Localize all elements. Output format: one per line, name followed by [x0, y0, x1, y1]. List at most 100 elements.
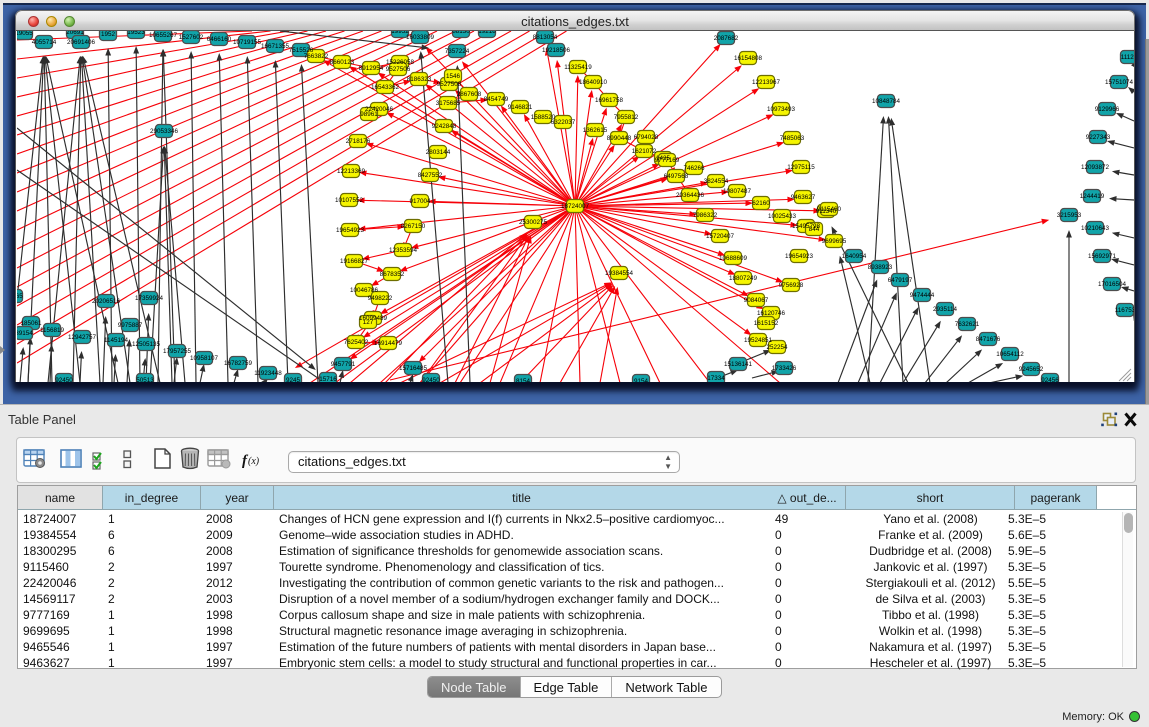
svg-text:6497568: 6497568 [664, 173, 689, 180]
svg-text:16914479: 16914479 [374, 340, 403, 347]
svg-text:20691: 20691 [66, 31, 84, 36]
svg-text:19654923: 19654923 [785, 253, 814, 260]
svg-text:18640910: 18640910 [579, 79, 608, 86]
svg-text:9498222: 9498222 [368, 295, 393, 302]
svg-text:20364436: 20364436 [676, 192, 705, 199]
svg-text:10025433: 10025433 [768, 213, 797, 220]
svg-text:127: 127 [363, 319, 374, 326]
svg-text:19218: 19218 [478, 31, 496, 35]
svg-text:15751074: 15751074 [1105, 79, 1134, 86]
svg-text:8471676: 8471676 [976, 336, 1001, 343]
svg-text:12975115: 12975115 [787, 164, 815, 171]
svg-text:17016504: 17016504 [1098, 281, 1127, 288]
svg-text:1640954: 1640954 [842, 253, 867, 260]
svg-text:116753: 116753 [1115, 307, 1134, 314]
svg-text:16154808: 16154808 [734, 55, 763, 62]
svg-text:9242848: 9242848 [432, 123, 457, 130]
svg-text:10848784: 10848784 [872, 98, 901, 105]
svg-text:10655267: 10655267 [149, 32, 178, 39]
svg-text:9129966: 9129966 [1095, 106, 1120, 113]
svg-text:29053346: 29053346 [150, 128, 179, 135]
svg-text:10046786: 10046786 [350, 287, 379, 294]
svg-text:92450: 92450 [55, 377, 73, 382]
svg-text:10958107: 10958107 [190, 355, 219, 362]
svg-text:7357224: 7357224 [445, 48, 470, 55]
svg-text:9457791: 9457791 [331, 361, 356, 368]
svg-text:2935114: 2935114 [933, 306, 958, 313]
svg-text:1244419: 1244419 [1080, 193, 1105, 200]
svg-text:10719155: 10719155 [233, 39, 262, 46]
svg-text:8154: 8154 [516, 378, 531, 382]
svg-text:(x): (x) [248, 456, 260, 467]
svg-text:1615152: 1615152 [754, 320, 779, 327]
svg-text:4055714: 4055714 [32, 39, 57, 46]
svg-text:12505135: 12505135 [132, 341, 161, 348]
svg-text:17359924: 17359924 [135, 295, 164, 302]
svg-text:10210643: 10210643 [1081, 225, 1110, 232]
svg-text:39154: 39154 [17, 330, 33, 337]
svg-text:1621072: 1621072 [632, 148, 657, 155]
svg-text:15720407: 15720407 [706, 233, 735, 240]
svg-text:7955812: 7955812 [614, 114, 639, 121]
svg-text:10688609: 10688609 [719, 255, 748, 262]
svg-text:8938923: 8938923 [868, 264, 893, 271]
svg-text:10973493: 10973493 [767, 106, 796, 113]
svg-text:12213369: 12213369 [337, 168, 366, 175]
svg-text:25300275: 25300275 [519, 219, 548, 226]
svg-text:9084067: 9084067 [744, 297, 769, 304]
svg-text:252254: 252254 [766, 344, 788, 351]
svg-text:9245: 9245 [286, 377, 301, 382]
svg-text:7986322: 7986322 [693, 212, 718, 219]
svg-text:917004: 917004 [409, 198, 431, 205]
svg-text:9777169: 9777169 [655, 157, 680, 164]
svg-text:9227343: 9227343 [1086, 134, 1111, 141]
svg-text:9154: 9154 [634, 378, 649, 382]
svg-text:11123: 11123 [1121, 54, 1134, 61]
svg-text:8912954: 8912954 [359, 65, 384, 72]
svg-text:98961: 98961 [360, 111, 378, 118]
svg-text:8990448: 8990448 [607, 135, 632, 142]
svg-text:16961758: 16961758 [595, 97, 624, 104]
svg-text:88130: 88130 [452, 31, 470, 35]
svg-text:9527506: 9527506 [386, 66, 411, 73]
svg-text:2087682: 2087682 [714, 35, 739, 42]
svg-text:15716485: 15716485 [399, 365, 428, 372]
svg-text:9527508: 9527508 [437, 81, 462, 88]
svg-text:19384554: 19384554 [605, 270, 634, 277]
svg-text:19218506: 19218506 [542, 47, 571, 54]
svg-text:6794028: 6794028 [634, 134, 659, 141]
svg-text:6322037: 6322037 [551, 119, 576, 126]
svg-text:6479197: 6479197 [888, 277, 913, 284]
svg-text:1733426: 1733426 [772, 365, 797, 372]
svg-text:3824554: 3824554 [704, 178, 729, 185]
svg-text:2803144: 2803144 [426, 149, 451, 156]
svg-text:11923448: 11923448 [254, 370, 282, 377]
svg-text:9699695: 9699695 [822, 238, 847, 245]
svg-text:1546: 1546 [446, 73, 461, 80]
svg-text:8813054: 8813054 [533, 34, 558, 41]
svg-text:18807249: 18807249 [729, 275, 758, 282]
svg-text:15692971: 15692971 [1088, 253, 1117, 260]
svg-text:50513: 50513 [136, 377, 154, 382]
svg-text:844: 844 [809, 226, 820, 233]
svg-text:20206516: 20206516 [92, 298, 121, 305]
svg-text:16543362: 16543362 [371, 84, 400, 91]
svg-text:92450: 92450 [422, 377, 440, 382]
svg-text:62160: 62160 [752, 200, 770, 207]
svg-text:19524851: 19524851 [744, 337, 773, 344]
svg-text:15716: 15716 [319, 376, 337, 382]
svg-text:12213967: 12213967 [752, 79, 781, 86]
svg-text:1527602: 1527602 [179, 34, 204, 41]
svg-text:26265: 26265 [17, 293, 23, 300]
svg-text:10807487: 10807487 [723, 188, 752, 195]
svg-text:3175685: 3175685 [436, 100, 461, 107]
svg-text:10107552: 10107552 [335, 197, 364, 204]
svg-text:17334: 17334 [707, 375, 725, 382]
svg-text:3215953: 3215953 [1057, 212, 1082, 219]
svg-text:16671355: 16671355 [261, 43, 290, 50]
svg-text:15226058: 15226058 [386, 59, 415, 66]
svg-text:19055: 19055 [17, 31, 33, 37]
svg-text:9756928: 9756928 [779, 282, 804, 289]
svg-text:8454749: 8454749 [484, 96, 509, 103]
svg-text:8267150: 8267150 [401, 223, 426, 230]
